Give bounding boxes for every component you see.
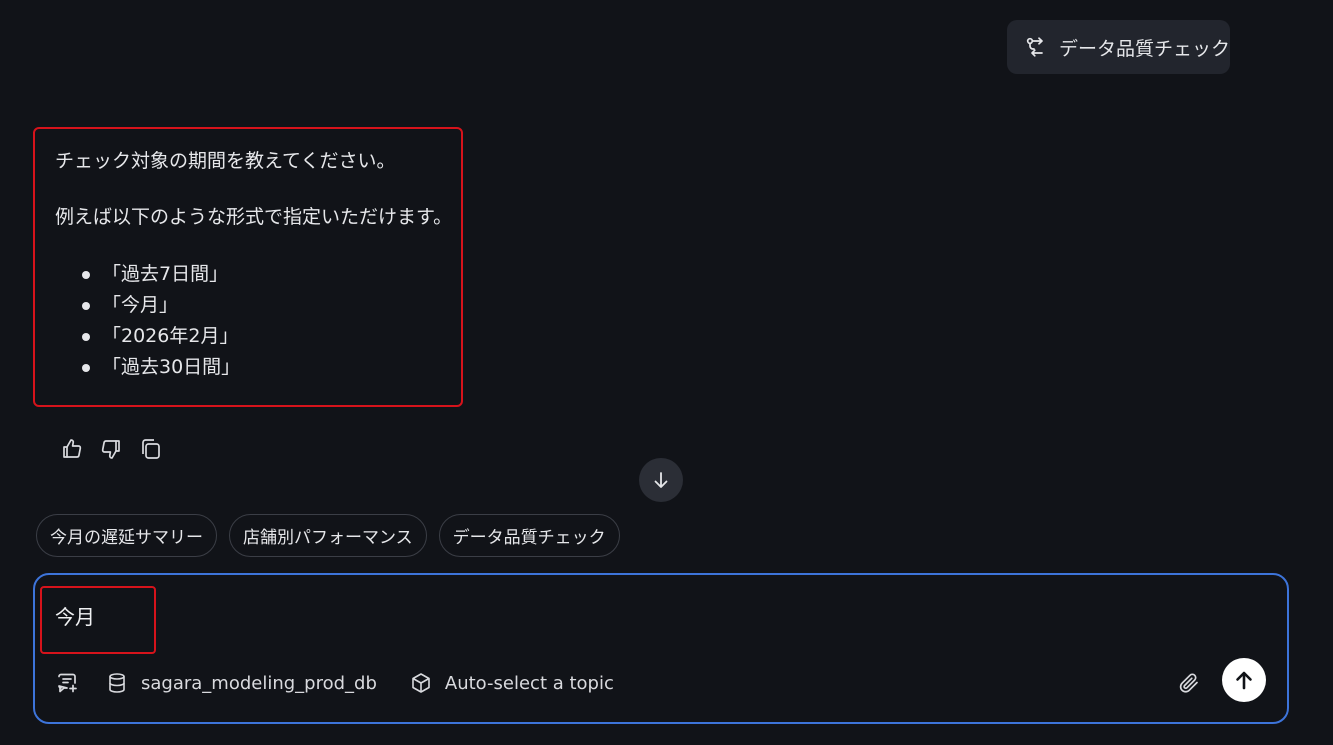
send-button[interactable] xyxy=(1222,658,1266,702)
chat-page: データ品質チェック チェック対象の期間を教えてください。 例えば以下のような形式… xyxy=(0,0,1333,745)
user-message-text: データ品質チェック xyxy=(1059,37,1231,60)
message-feedback-bar xyxy=(60,437,162,461)
suggestion-chip[interactable]: 今月の遅延サマリー xyxy=(36,514,217,557)
workflow-icon xyxy=(1025,36,1047,58)
topic-selector[interactable]: Auto-select a topic xyxy=(409,671,614,695)
assistant-message: チェック対象の期間を教えてください。 例えば以下のような形式で指定いただけます。… xyxy=(33,127,463,407)
assistant-paragraph-2: 例えば以下のような形式で指定いただけます。 xyxy=(55,206,453,228)
attach-button[interactable] xyxy=(1176,670,1202,696)
database-selector[interactable]: sagara_modeling_prod_db xyxy=(105,671,377,695)
cube-icon xyxy=(409,671,433,695)
thumbs-up-icon[interactable] xyxy=(60,437,84,461)
assistant-paragraph-1: チェック対象の期間を教えてください。 xyxy=(55,150,396,172)
suggestion-chip[interactable]: データ品質チェック xyxy=(438,514,620,557)
thumbs-down-icon[interactable] xyxy=(99,437,123,461)
arrow-down-icon xyxy=(651,470,671,490)
copy-icon[interactable] xyxy=(138,437,162,461)
list-item: 「過去7日間」 xyxy=(82,259,441,290)
list-item: 「過去30日間」 xyxy=(82,352,441,383)
suggestion-chip[interactable]: 店舗別パフォーマンス xyxy=(229,514,427,557)
topic-label: Auto-select a topic xyxy=(444,672,614,694)
arrow-up-icon xyxy=(1233,669,1255,691)
list-item: 「今月」 xyxy=(82,290,441,321)
message-input[interactable]: 今月 xyxy=(55,601,95,630)
database-label: sagara_modeling_prod_db xyxy=(141,672,377,694)
database-icon xyxy=(105,671,129,695)
list-item: 「2026年2月」 xyxy=(82,321,441,352)
period-options-list: 「過去7日間」 「今月」 「2026年2月」 「過去30日間」 xyxy=(55,259,441,383)
suggestion-chips: 今月の遅延サマリー 店舗別パフォーマンス データ品質チェック xyxy=(36,514,620,557)
scroll-to-bottom-button[interactable] xyxy=(639,458,683,502)
composer-toolbar: sagara_modeling_prod_db Auto-select a to… xyxy=(55,671,614,695)
paperclip-icon xyxy=(1177,671,1201,695)
new-chat-icon[interactable] xyxy=(55,671,79,695)
user-message: データ品質チェック xyxy=(1007,20,1230,74)
message-composer: 今月 sagara_modeling_prod_db Auto-select a… xyxy=(33,573,1289,724)
